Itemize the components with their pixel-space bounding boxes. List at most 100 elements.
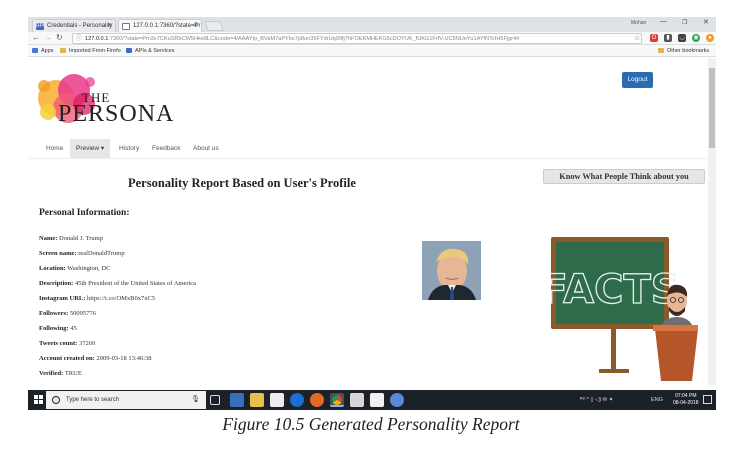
info-row-name: Name: Donald J. Trump — [39, 235, 103, 242]
url-input[interactable]: ⓘ 127.0.0.1:7360/?state=Pm3x7CKuSRbCW5Hk… — [72, 33, 642, 44]
info-label: Account created on: — [39, 355, 95, 362]
figure-caption: Figure 10.5 Generated Personality Report — [222, 414, 520, 434]
info-label: Verified: — [39, 370, 64, 377]
info-label: Description: — [39, 280, 74, 287]
folder-icon — [658, 48, 664, 53]
tray-icons[interactable]: ᴿ⁸ ^ ▯ ◁) ✉ ✦ — [580, 390, 613, 410]
rpi-icon — [126, 48, 132, 53]
bookmark-star-icon[interactable]: ☆ — [634, 34, 640, 42]
info-label: Following: — [39, 325, 69, 332]
windows-start-icon[interactable] — [34, 395, 43, 404]
scrollbar-thumb[interactable] — [709, 68, 715, 148]
pocket-extension-icon[interactable]: ◡ — [678, 34, 686, 42]
info-value: 45th President of the United States of A… — [74, 280, 197, 287]
info-value: 45 — [70, 325, 77, 332]
clock-date: 08-04-2018 — [673, 399, 699, 406]
edge-pinned-icon[interactable] — [230, 393, 244, 407]
nav-preview[interactable]: Preview ▾ — [70, 139, 111, 158]
search-placeholder: Type here to search — [66, 397, 120, 403]
nav-divider — [28, 158, 708, 159]
nav-history[interactable]: History — [119, 139, 139, 158]
back-arrow-icon[interactable]: ← — [32, 33, 40, 42]
know-what-people-think-button[interactable]: Know What People Think about you — [543, 169, 705, 184]
chrome-icon[interactable] — [330, 393, 344, 407]
bookmark-imported[interactable]: Imported From Firefo — [60, 45, 121, 57]
reload-icon[interactable]: ↻ — [56, 33, 63, 42]
info-row-tweets: Tweets count: 37260 — [39, 340, 95, 347]
info-label: Tweets count: — [39, 340, 78, 347]
nav-about[interactable]: About us — [193, 139, 219, 158]
taskbar-search-input[interactable]: Type here to search 🎙 — [46, 391, 206, 409]
extension-icon[interactable]: ▮ — [664, 34, 672, 42]
apps-grid-icon — [32, 48, 38, 53]
tab-localhost[interactable]: 127.0.0.1:7360/?state=Pr ✕ — [118, 19, 202, 32]
persona-logo[interactable]: THE PERSONA — [34, 66, 174, 136]
close-tab-icon[interactable]: ✕ — [107, 20, 112, 32]
forward-arrow-icon[interactable]: → — [44, 33, 52, 42]
info-value: Donald J. Trump — [59, 235, 103, 242]
green-extension-icon[interactable]: ◉ — [692, 34, 700, 42]
microphone-icon[interactable]: 🎙 — [191, 391, 200, 409]
page-scrollbar[interactable] — [708, 58, 716, 385]
instagram-link[interactable]: https://t.co/OMxB0x7xC5 — [87, 295, 155, 302]
board-facts-text: FACTS — [551, 267, 680, 313]
url-host: 127.0.0.1 — [85, 36, 109, 42]
logout-button[interactable]: Logout — [622, 72, 653, 88]
profile-photo — [422, 241, 481, 300]
screenshot-stage: { "browser": { "tabs": [ {"label": "Cred… — [0, 0, 742, 451]
opera-extension-icon[interactable]: O — [650, 34, 658, 42]
notification-icon[interactable] — [703, 395, 712, 404]
info-value: 37260 — [78, 340, 96, 347]
orange-extension-icon[interactable]: ● — [706, 34, 714, 42]
bookmark-apps[interactable]: Apps — [32, 45, 54, 57]
info-value: TRUE — [64, 370, 82, 377]
folder-icon — [60, 48, 66, 53]
info-label: Screen name: — [39, 250, 77, 257]
bookmark-label: Other bookmarks — [667, 48, 710, 54]
info-row-created: Account created on: 2009-03-18 13:46:38 — [39, 355, 152, 362]
file-explorer-icon[interactable] — [250, 393, 264, 407]
info-row-verified: Verified: TRUE — [39, 370, 82, 377]
windows-taskbar: Type here to search 🎙 ᴿ⁸ ^ ▯ ◁) ✉ ✦ ENG … — [28, 390, 716, 410]
bookmark-other[interactable]: Other bookmarks — [658, 45, 709, 57]
bookmark-label: Imported From Firefo — [69, 48, 121, 54]
close-tab-icon[interactable]: ✕ — [193, 20, 198, 32]
info-label: Instagram URL: — [39, 295, 86, 302]
info-icon[interactable]: ⓘ — [76, 34, 82, 43]
bookmark-apis[interactable]: APIs & Services — [126, 45, 174, 57]
language-indicator[interactable]: ENG — [651, 390, 663, 410]
minimize-icon[interactable]: — — [660, 18, 667, 25]
url-rest: :7360/?state=Pm3x7CKuSRbCW5Hke8LC&code=4… — [108, 36, 520, 42]
info-label: Location: — [39, 265, 66, 272]
web-page: THE PERSONA Logout Home Preview ▾ Histor… — [28, 58, 708, 385]
page-favicon-icon — [122, 23, 130, 30]
facts-chalkboard-image: FACTS — [551, 237, 698, 381]
nav-feedback[interactable]: Feedback — [152, 139, 181, 158]
mail-icon[interactable] — [350, 393, 364, 407]
task-view-icon[interactable] — [210, 395, 220, 405]
notepad-icon[interactable] — [370, 393, 384, 407]
taskbar-clock[interactable]: 07:04 PM 08-04-2018 — [673, 393, 699, 406]
store-icon[interactable] — [270, 393, 284, 407]
new-tab-button[interactable] — [204, 21, 224, 31]
maximize-icon[interactable]: ❐ — [682, 19, 687, 26]
nav-home[interactable]: Home — [46, 139, 63, 158]
internet-explorer-icon[interactable] — [290, 393, 304, 407]
info-row-screen-name: Screen name: realDonaldTrump — [39, 250, 125, 257]
close-window-icon[interactable]: ✕ — [703, 18, 709, 26]
app-icon[interactable] — [390, 393, 404, 407]
tab-label: Credentials - Personality — [47, 23, 113, 29]
info-row-instagram: Instagram URL: https://t.co/OMxB0x7xC5 — [39, 295, 155, 302]
personal-info-heading: Personal Information: — [39, 208, 130, 218]
firefox-icon[interactable] — [310, 393, 324, 407]
page-title: Personality Report Based on User's Profi… — [128, 176, 356, 190]
info-label: Name: — [39, 235, 58, 242]
clock-time: 07:04 PM — [675, 393, 697, 399]
profile-name[interactable]: Mohan — [631, 20, 646, 26]
info-row-location: Location: Washington, DC — [39, 265, 110, 272]
info-value: Washington, DC — [67, 265, 111, 272]
info-label: Followers: — [39, 310, 69, 317]
tab-credentials[interactable]: RPI Credentials - Personality ✕ — [32, 19, 116, 32]
portrait-image — [422, 241, 481, 300]
browser-tab-strip: RPI Credentials - Personality ✕ 127.0.0.… — [28, 17, 716, 32]
